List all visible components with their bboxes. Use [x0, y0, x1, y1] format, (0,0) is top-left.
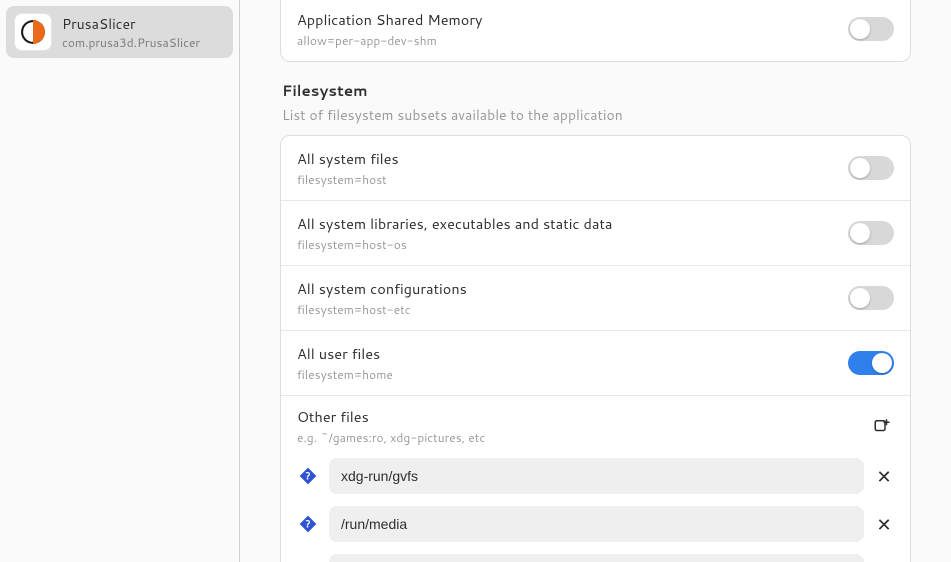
row-title: All user files	[297, 343, 848, 364]
toggle-fs-home[interactable]	[848, 351, 894, 375]
section-desc: List of filesystem subsets available to …	[282, 105, 909, 125]
app-icon	[14, 13, 52, 51]
help-icon[interactable]: ?	[297, 513, 319, 535]
filesystem-card: All system files filesystem=host All sys…	[280, 135, 911, 562]
remove-path-button[interactable]: ✕	[874, 466, 894, 486]
main-content: Application Shared Memory allow=per-app-…	[240, 0, 951, 562]
toggle-fs-host-os[interactable]	[848, 221, 894, 245]
remove-path-button[interactable]: ✕	[874, 514, 894, 534]
path-input[interactable]	[329, 506, 864, 542]
row-sub: filesystem=home	[297, 366, 848, 383]
add-path-button[interactable]	[870, 414, 894, 438]
help-icon[interactable]: ?	[297, 465, 319, 487]
row-sub: filesystem=host-etc	[297, 301, 848, 318]
row-fs-host-etc: All system configurations filesystem=hos…	[281, 266, 910, 331]
section-title: Filesystem	[282, 80, 909, 101]
row-fs-host-os: All system libraries, executables and st…	[281, 201, 910, 266]
row-title: All system libraries, executables and st…	[297, 213, 848, 234]
toggle-shared-memory[interactable]	[848, 17, 894, 41]
app-text: PrusaSlicer com.prusa3d.PrusaSlicer	[62, 14, 200, 51]
row-title: Application Shared Memory	[297, 9, 848, 30]
row-title: All system files	[297, 148, 848, 169]
app-name: PrusaSlicer	[62, 14, 200, 34]
row-fs-home: All user files filesystem=home	[281, 331, 910, 396]
toggle-fs-host-etc[interactable]	[848, 286, 894, 310]
path-input[interactable]	[329, 554, 864, 562]
row-sub: filesystem=host-os	[297, 236, 848, 253]
path-row: ? ✕	[281, 500, 910, 548]
row-sub: allow=per-app-dev-shm	[297, 32, 848, 49]
path-row: ? ✕	[281, 452, 910, 500]
svg-text:?: ?	[305, 469, 310, 483]
svg-text:?: ?	[305, 517, 310, 531]
row-title: All system configurations	[297, 278, 848, 299]
toggle-fs-host[interactable]	[848, 156, 894, 180]
path-input[interactable]	[329, 458, 864, 494]
allow-card: Application Shared Memory allow=per-app-…	[280, 0, 911, 62]
row-sub: filesystem=host	[297, 171, 848, 188]
row-fs-host: All system files filesystem=host	[281, 136, 910, 201]
path-row: ? ✕	[281, 548, 910, 562]
app-id: com.prusa3d.PrusaSlicer	[62, 34, 200, 51]
other-sub: e.g. ~/games:ro, xdg-pictures, etc	[297, 429, 870, 446]
row-shared-memory: Application Shared Memory allow=per-app-…	[281, 0, 910, 61]
other-files-header: Other files e.g. ~/games:ro, xdg-picture…	[281, 396, 910, 452]
other-title: Other files	[297, 406, 870, 427]
sidebar: PrusaSlicer com.prusa3d.PrusaSlicer	[0, 0, 240, 562]
section-filesystem: Filesystem List of filesystem subsets av…	[280, 80, 911, 562]
sidebar-app-item[interactable]: PrusaSlicer com.prusa3d.PrusaSlicer	[6, 6, 233, 58]
